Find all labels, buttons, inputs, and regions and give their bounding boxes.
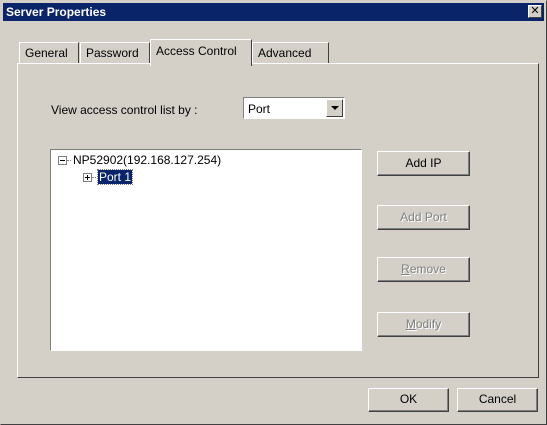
ok-button[interactable]: OK xyxy=(368,388,449,412)
ok-label: OK xyxy=(399,392,418,406)
remove-button[interactable]: Remove xyxy=(377,257,470,282)
close-button[interactable]: ✕ xyxy=(528,5,542,18)
modify-label: odify xyxy=(415,317,442,331)
access-control-tree[interactable]: NP52902(192.168.127.254) Port 1 xyxy=(50,149,362,351)
tree-node-server[interactable]: NP52902(192.168.127.254) xyxy=(73,153,221,167)
remove-label: emove xyxy=(409,262,446,276)
add-port-label: Add Port xyxy=(400,210,447,224)
modify-label-accel: M xyxy=(405,317,416,331)
tab-general-label: General xyxy=(25,46,68,60)
title-bar: Server Properties ✕ xyxy=(3,3,544,21)
remove-label-accel: R xyxy=(401,262,410,276)
add-ip-button[interactable]: Add IP xyxy=(377,151,470,176)
tab-access-control[interactable]: Access Control xyxy=(150,39,252,66)
modify-button[interactable]: Modify xyxy=(377,312,470,337)
tree-node-port-1[interactable]: Port 1 xyxy=(96,169,134,185)
view-by-select[interactable]: Port xyxy=(243,97,345,119)
tree-connector xyxy=(92,177,96,178)
window-title: Server Properties xyxy=(6,5,107,19)
view-by-label: View access control list by : xyxy=(51,103,198,117)
cancel-button[interactable]: Cancel xyxy=(457,388,538,412)
tab-advanced[interactable]: Advanced xyxy=(252,42,329,63)
tab-general[interactable]: General xyxy=(19,42,79,63)
cancel-label: Cancel xyxy=(478,392,517,406)
tab-password-label: Password xyxy=(86,46,139,60)
tab-password[interactable]: Password xyxy=(80,42,150,63)
close-icon: ✕ xyxy=(530,5,540,17)
view-by-value: Port xyxy=(248,102,271,116)
chevron-down-icon[interactable] xyxy=(326,99,343,117)
collapse-icon[interactable] xyxy=(58,156,67,165)
server-properties-window: Server Properties ✕ General Password Acc… xyxy=(0,0,547,425)
expand-icon[interactable] xyxy=(83,173,92,182)
tree-connector xyxy=(67,160,71,161)
add-ip-label: Add IP xyxy=(405,156,442,170)
add-port-button[interactable]: Add Port xyxy=(377,205,470,230)
tab-advanced-label: Advanced xyxy=(258,46,312,60)
tab-access-control-label: Access Control xyxy=(156,44,237,58)
